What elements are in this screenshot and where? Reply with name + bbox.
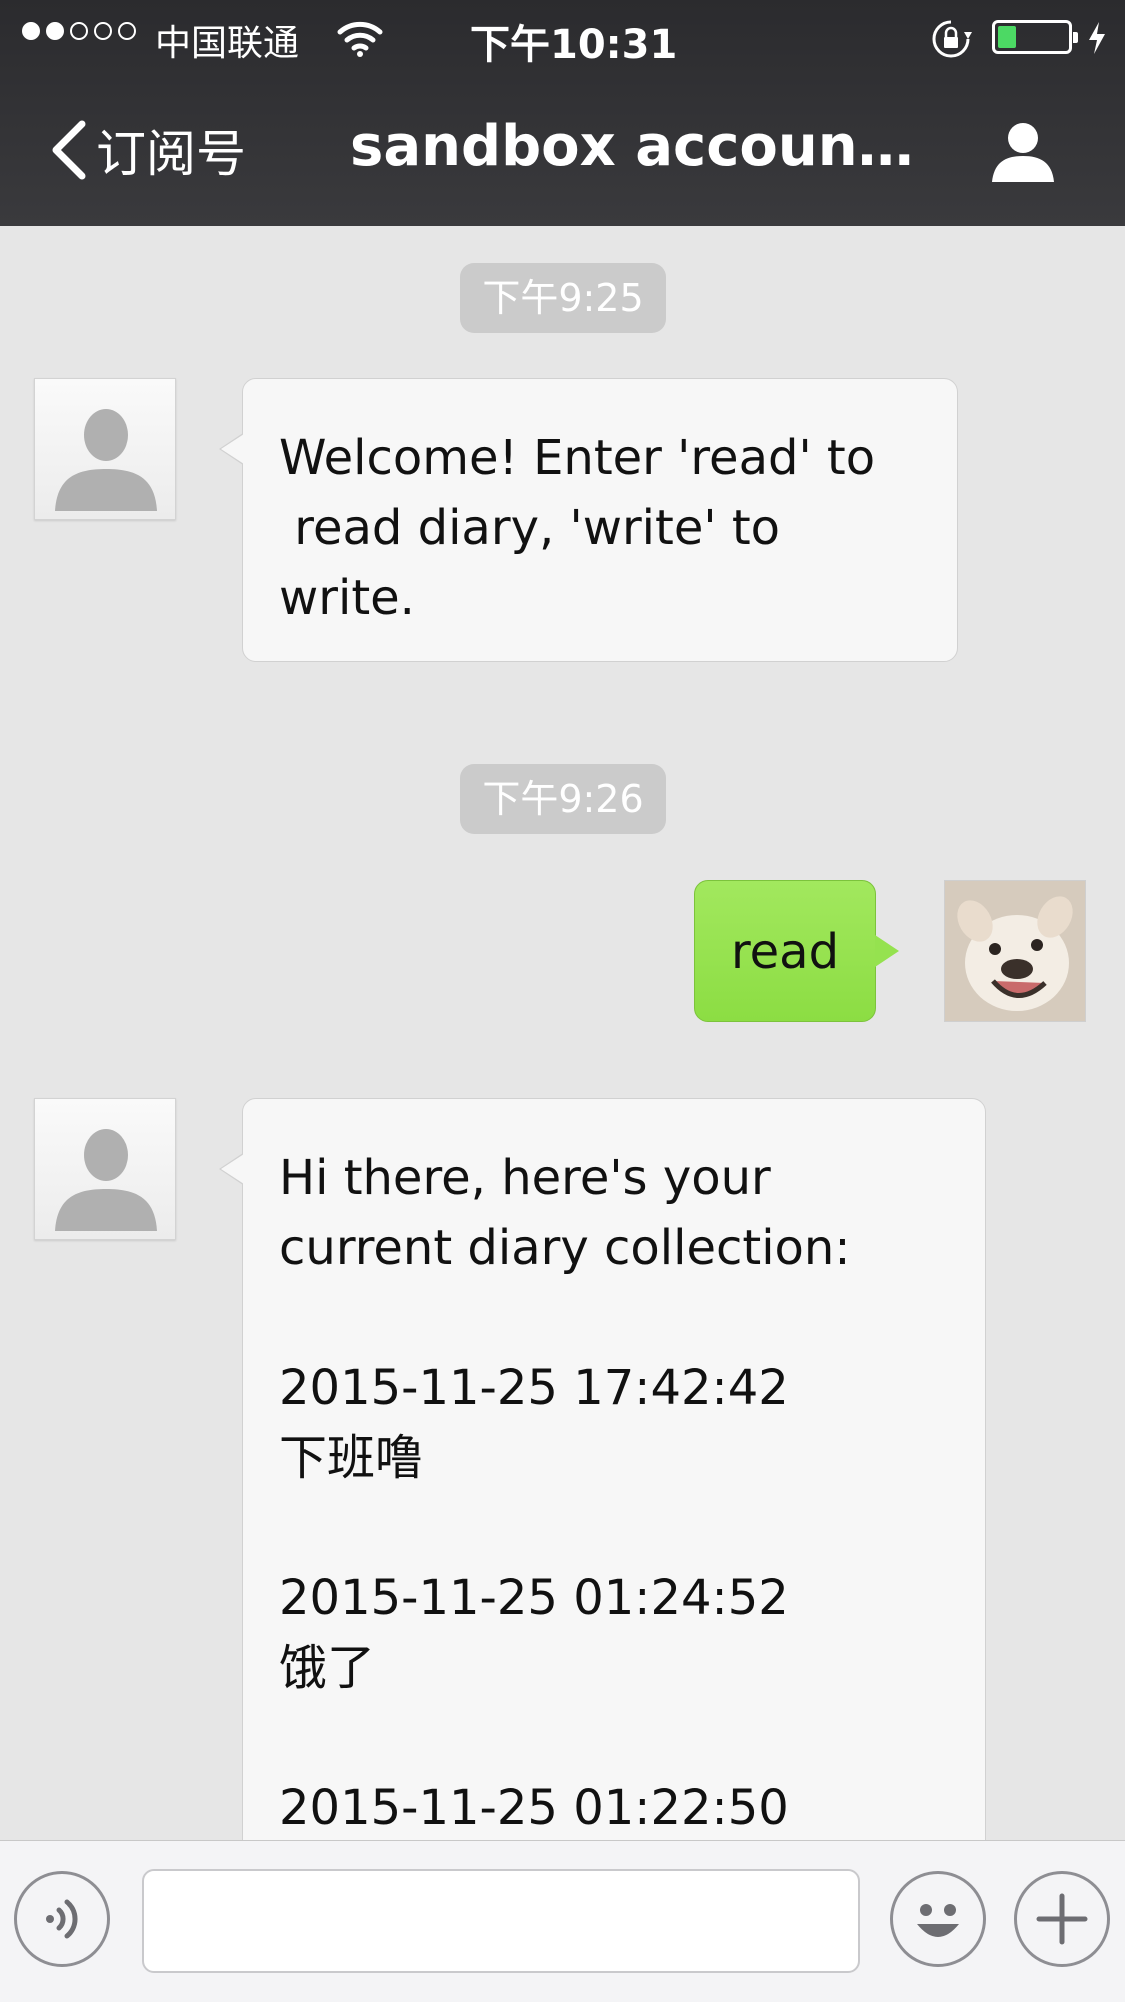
page-title: sandbox account… xyxy=(350,114,940,179)
plus-button[interactable] xyxy=(1014,1871,1110,1967)
chat-area[interactable]: 下午9:25 Welcome! Enter 'read' to read dia… xyxy=(0,226,1125,1840)
dog-photo-icon xyxy=(945,881,1085,1021)
person-icon xyxy=(55,1129,157,1231)
plus-icon xyxy=(1036,1893,1088,1945)
voice-button[interactable] xyxy=(14,1871,110,1967)
incoming-message[interactable]: Hi there, here's your current diary coll… xyxy=(219,1098,986,1840)
emoji-button[interactable] xyxy=(890,1871,986,1967)
contact-avatar[interactable] xyxy=(34,378,176,520)
timestamp: 下午9:25 xyxy=(460,263,666,333)
rotation-lock-icon xyxy=(932,20,972,58)
back-button[interactable]: 订阅号 xyxy=(46,114,246,186)
outgoing-message[interactable]: read xyxy=(694,880,899,1022)
navigation-bar: 订阅号 sandbox account… xyxy=(0,80,1125,226)
status-bar: 中国联通 下午10:31 xyxy=(0,0,1125,80)
voice-icon xyxy=(46,1899,78,1939)
status-time: 下午10:31 xyxy=(470,22,678,68)
contact-avatar[interactable] xyxy=(34,1098,176,1240)
signal-strength-icon xyxy=(22,22,136,40)
user-avatar[interactable] xyxy=(944,880,1086,1022)
carrier-label: 中国联通 xyxy=(155,23,300,64)
charging-icon xyxy=(1089,22,1105,54)
person-icon[interactable] xyxy=(988,116,1058,186)
chevron-left-icon xyxy=(52,120,86,180)
input-bar xyxy=(0,1840,1125,2002)
emoji-icon xyxy=(917,1904,959,1937)
top-bar: 中国联通 下午10:31 订阅号 sandbox account… xyxy=(0,0,1125,226)
incoming-message[interactable]: Welcome! Enter 'read' to read diary, 'wr… xyxy=(219,378,958,662)
message-input[interactable] xyxy=(142,1869,860,1973)
back-label: 订阅号 xyxy=(96,125,246,183)
battery-icon xyxy=(992,20,1078,54)
wifi-icon xyxy=(337,21,383,57)
timestamp: 下午9:26 xyxy=(460,764,666,834)
person-icon xyxy=(55,409,157,511)
